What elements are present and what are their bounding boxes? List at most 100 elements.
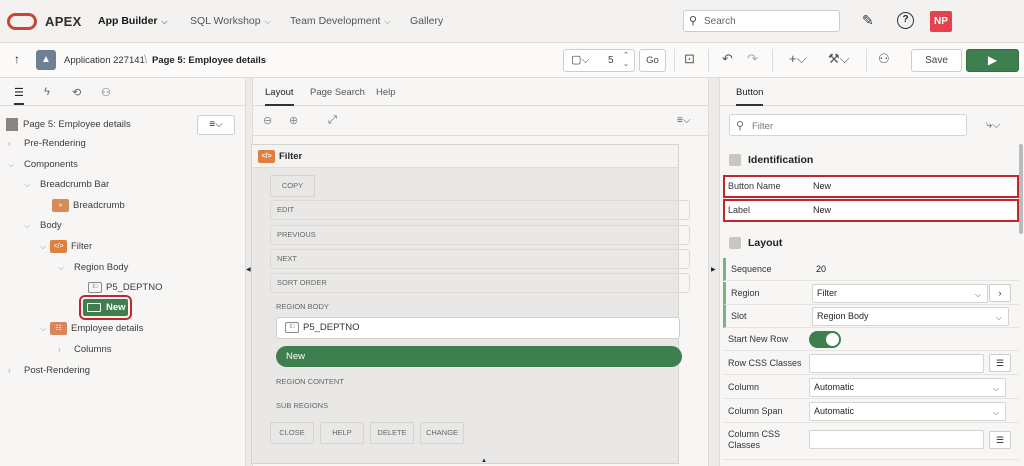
oracle-logo-icon[interactable]	[7, 13, 37, 30]
tree-menu-button[interactable]: ≡⌵	[197, 115, 235, 135]
arrow-up-icon[interactable]: ↑	[14, 52, 20, 66]
tree-node-pre-rendering[interactable]: › Pre-Rendering	[8, 135, 86, 153]
breadcrumb-application[interactable]: Application 227141	[64, 55, 145, 66]
utilities-wrench-icon[interactable]: ⚒⌵	[828, 51, 850, 67]
slot-change[interactable]: CHANGE	[420, 422, 464, 444]
slot-select[interactable]: Region Body ⌵	[812, 307, 1009, 326]
layout-item-p5-deptno[interactable]: I□ P5_DEPTNO	[276, 317, 680, 339]
column-css-classes-input[interactable]	[809, 430, 984, 449]
chevron-down-icon: ⌵	[24, 221, 31, 230]
layout-panel: Layout Page Search Help ⊖ ⊕ ⤢ ≡⌵ </> Filt…	[251, 78, 708, 466]
nav-gallery[interactable]: Gallery	[410, 15, 443, 27]
dynamic-actions-tab-icon[interactable]: ϟ	[44, 86, 50, 98]
right-splitter[interactable]: ▶	[708, 78, 720, 466]
tree-node-breadcrumb-bar[interactable]: ⌵ Breadcrumb Bar	[24, 176, 109, 194]
property-column-span[interactable]: Column Span Automatic ⌵	[723, 400, 1019, 423]
shared-components-tab-icon[interactable]: ⚇	[101, 86, 111, 99]
page-number: 5	[608, 55, 614, 66]
property-row-css-classes[interactable]: Row CSS Classes ☰	[723, 352, 1019, 375]
nav-app-builder[interactable]: App Builder ⌵	[98, 15, 168, 27]
save-button[interactable]: Save	[911, 49, 962, 72]
tree-node-employee-details[interactable]: ⌵ ☷ Employee details	[40, 320, 143, 338]
property-label[interactable]: Label New	[723, 199, 1019, 222]
help-icon[interactable]: ?	[897, 12, 914, 29]
page-selector[interactable]: ▢⌵ 5 ⌃ ⌄	[563, 49, 635, 72]
list-icon[interactable]: ☰	[989, 431, 1011, 449]
property-column-css-classes[interactable]: Column CSS Classes ☰	[723, 424, 1019, 460]
slot-region-body[interactable]: REGION BODY	[270, 298, 690, 318]
tree-node-body[interactable]: ⌵ Body	[24, 217, 62, 235]
tab-page-search[interactable]: Page Search	[310, 87, 365, 98]
page-designer-toolbar: ↑ ▲ Application 227141 \ Page 5: Employe…	[0, 43, 1024, 78]
tab-layout[interactable]: Layout	[265, 87, 294, 106]
rendering-tree-panel: ☰ ϟ ⟲ ⚇ ≡⌵ Page 5: Employee details › Pre…	[0, 78, 245, 466]
nav-sql-workshop[interactable]: SQL Workshop ⌵	[190, 15, 271, 27]
run-button[interactable]: ▶	[966, 49, 1019, 72]
slot-help[interactable]: HELP	[320, 422, 364, 444]
property-region[interactable]: Region Filter ⌵ ›	[723, 282, 1019, 305]
tab-help[interactable]: Help	[376, 87, 396, 98]
create-menu-icon[interactable]: +⌵	[789, 51, 806, 67]
zoom-out-icon[interactable]: ⊖	[263, 114, 272, 127]
collapse-left-icon[interactable]: ◀	[246, 266, 251, 273]
go-to-group-icon[interactable]: ⤷⌵	[986, 119, 1001, 132]
layout-menu-icon[interactable]: ≡⌵	[677, 115, 690, 126]
brand-name[interactable]: APEX	[45, 14, 82, 29]
go-button[interactable]: Go	[639, 49, 666, 72]
tree-node-page[interactable]: Page 5: Employee details	[6, 116, 131, 134]
slot-close[interactable]: CLOSE	[270, 422, 314, 444]
search-input[interactable]: ⚲ Search	[683, 10, 840, 32]
row-css-classes-input[interactable]	[809, 354, 984, 373]
lock-icon[interactable]: ⊡	[684, 51, 695, 67]
slot-next[interactable]: NEXT	[270, 249, 690, 269]
group-identification[interactable]: Identification	[726, 147, 1016, 173]
property-column[interactable]: Column Automatic ⌵	[723, 376, 1019, 399]
tree-node-post-rendering[interactable]: › Post-Rendering	[8, 362, 90, 380]
slot-copy[interactable]: COPY	[270, 175, 315, 197]
stepper-icon[interactable]: ⌃ ⌄	[623, 51, 629, 69]
tree-node-p5-deptno[interactable]: I□ P5_DEPTNO	[88, 279, 163, 297]
collapse-right-icon[interactable]: ▶	[711, 266, 716, 273]
slot-region-content[interactable]: REGION CONTENT	[270, 373, 690, 393]
tab-button[interactable]: Button	[736, 87, 764, 106]
column-span-select[interactable]: Automatic ⌵	[809, 402, 1006, 421]
avatar[interactable]: NP	[930, 11, 952, 32]
slot-previous[interactable]: PREVIOUS	[270, 225, 690, 245]
slot-sub-regions[interactable]: SUB REGIONS	[270, 397, 690, 417]
scrollbar[interactable]	[1019, 144, 1023, 234]
layout-new-button[interactable]: New	[276, 346, 682, 367]
group-layout[interactable]: Layout	[726, 230, 1016, 256]
list-icon[interactable]: ☰	[989, 354, 1011, 372]
user-assistance-icon[interactable]: ✎	[862, 12, 874, 29]
start-new-row-toggle[interactable]	[809, 331, 841, 348]
property-button-name[interactable]: Button Name New	[723, 175, 1019, 198]
tree-node-columns[interactable]: › Columns	[58, 341, 112, 359]
tree-node-region-body[interactable]: ⌵ Region Body	[58, 259, 128, 277]
region-filter-header[interactable]: </> Filter	[252, 145, 678, 168]
property-sequence[interactable]: Sequence 20	[723, 258, 1019, 281]
tree-node-new-button[interactable]: New	[79, 295, 132, 320]
tree-node-filter[interactable]: ⌵ </> Filter	[40, 238, 92, 256]
tree-node-components[interactable]: ⌵ Components	[8, 156, 78, 174]
slot-delete[interactable]: DELETE	[370, 422, 414, 444]
redo-icon[interactable]: ↷	[747, 51, 758, 67]
slot-edit[interactable]: EDIT	[270, 200, 690, 220]
expand-icon[interactable]: ⤢	[328, 114, 337, 127]
collapse-bottom-icon[interactable]: ▲	[481, 458, 487, 464]
layout-canvas: </> Filter COPY EDIT PREVIOUS NEXT SORT O…	[251, 144, 690, 464]
processing-tab-icon[interactable]: ⟲	[72, 86, 81, 99]
region-select[interactable]: Filter ⌵	[812, 284, 988, 303]
rendering-tab-icon[interactable]: ☰	[14, 86, 24, 105]
slot-sort-order[interactable]: SORT ORDER	[270, 273, 690, 293]
application-icon[interactable]: ▲	[36, 50, 56, 70]
property-filter-input[interactable]: ⚲ Filter	[729, 114, 967, 136]
column-select[interactable]: Automatic ⌵	[809, 378, 1006, 397]
nav-team-development[interactable]: Team Development ⌵	[290, 15, 391, 27]
zoom-in-icon[interactable]: ⊕	[289, 114, 298, 127]
go-to-region-button[interactable]: ›	[989, 284, 1011, 302]
property-start-new-row[interactable]: Start New Row	[723, 328, 1019, 351]
shared-components-icon[interactable]: ⚇	[878, 51, 890, 67]
tree-node-breadcrumb[interactable]: » Breadcrumb	[52, 197, 125, 215]
property-slot[interactable]: Slot Region Body ⌵	[723, 305, 1019, 328]
undo-icon[interactable]: ↶	[722, 51, 733, 67]
